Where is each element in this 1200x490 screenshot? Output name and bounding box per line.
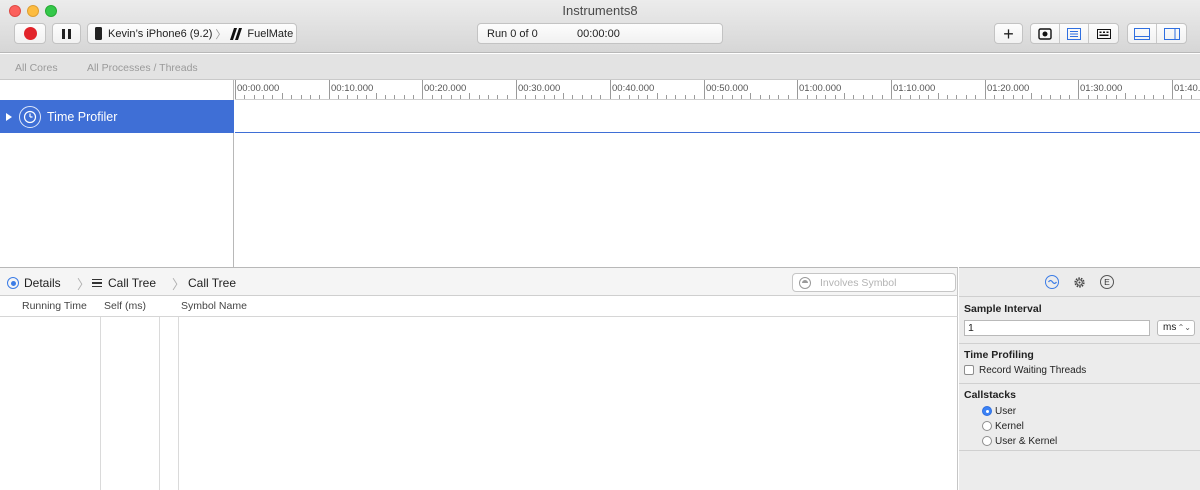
ruler-tick-label: 01:30.000 xyxy=(1080,83,1122,94)
panel-toggle-segmented-control xyxy=(1127,23,1187,44)
callstacks-user-kernel-radio[interactable] xyxy=(982,436,992,446)
ruler-tick-label: 01:40.0 xyxy=(1174,83,1200,94)
track-graph[interactable] xyxy=(235,100,1200,133)
column-divider xyxy=(159,317,160,490)
run-status-display: Run 0 of 0 00:00:00 xyxy=(477,23,723,44)
ruler-tick-label: 00:10.000 xyxy=(331,83,373,94)
sample-interval-input[interactable]: 1 xyxy=(964,320,1150,336)
pause-icon xyxy=(62,28,71,39)
run-status-label: Run 0 of 0 xyxy=(487,27,538,40)
callstacks-title: Callstacks xyxy=(964,389,1016,401)
call-tree-header: Running Time Self (ms) Symbol Name xyxy=(0,296,958,317)
list-view-button[interactable] xyxy=(1060,24,1089,43)
divider xyxy=(959,450,1200,451)
time-ruler[interactable]: 00:00.000 00:10.000 00:20.000 00:30.000 00:4… xyxy=(235,80,1200,100)
symbol-search-field[interactable]: Involves Symbol xyxy=(792,273,956,292)
chevron-right-icon: 〉 xyxy=(172,277,186,292)
window-title: Instruments8 xyxy=(562,3,638,18)
all-processes-filter[interactable]: All Processes / Threads xyxy=(87,62,198,74)
ruler-tick-label: 00:30.000 xyxy=(518,83,560,94)
callstacks-kernel-radio[interactable] xyxy=(982,421,992,431)
column-divider xyxy=(100,317,101,490)
record-icon xyxy=(23,27,37,40)
track-label: Time Profiler xyxy=(47,109,118,124)
filter-icon xyxy=(799,276,811,289)
target-selector[interactable]: Kevin’s iPhone6 (9.2) 〉 FuelMate xyxy=(87,23,297,44)
timeline-empty-area xyxy=(235,134,1200,267)
sample-interval-title: Sample Interval xyxy=(964,303,1042,315)
column-running-time[interactable]: Running Time xyxy=(22,300,87,312)
bottom-panel-icon xyxy=(1134,27,1150,40)
menu-icon xyxy=(92,278,102,288)
view-mode-segmented-control xyxy=(1030,23,1119,44)
target-device-label: Kevin’s iPhone6 (9.2) xyxy=(108,27,213,40)
call-tree-table[interactable] xyxy=(0,317,958,490)
details-icon xyxy=(7,277,19,289)
record-settings-button[interactable] xyxy=(1031,24,1060,43)
time-profiler-icon xyxy=(19,105,41,128)
track-row-time-profiler[interactable]: Time Profiler xyxy=(0,100,234,133)
keyboard-icon xyxy=(1096,28,1111,39)
chevron-up-down-icon: ⌃⌄ xyxy=(1177,323,1191,332)
column-divider xyxy=(178,317,179,490)
toolbar: Instruments8 Kevin’s iPhone6 (9.2) 〉 Fue… xyxy=(0,0,1200,53)
iphone-icon xyxy=(95,27,102,40)
target-app-label: FuelMate xyxy=(247,27,294,40)
detail-jump-bar: Details 〉 Call Tree 〉 Call Tree Involves… xyxy=(0,267,958,296)
ruler-tick-label: 01:00.000 xyxy=(799,83,841,94)
time-profiling-title: Time Profiling xyxy=(964,349,1034,361)
ruler-tick-label: 00:20.000 xyxy=(424,83,466,94)
record-settings-tab-icon[interactable] xyxy=(1045,275,1059,289)
filter-bar: All Cores All Processes / Threads xyxy=(0,54,1200,80)
app-icon xyxy=(230,27,243,40)
breadcrumb-call-tree-current-label: Call Tree xyxy=(188,276,237,290)
pause-button[interactable] xyxy=(52,23,81,44)
time-ruler-ticks: 00:00.000 00:10.000 00:20.000 00:30.000 00:4… xyxy=(235,80,1200,99)
ruler-tick-label: 01:10.000 xyxy=(893,83,935,94)
toggle-bottom-panel-button[interactable] xyxy=(1128,24,1157,43)
run-time-label: 00:00:00 xyxy=(577,27,620,40)
callstacks-user-label[interactable]: User xyxy=(995,406,1016,417)
target-settings-icon xyxy=(1038,27,1052,40)
extended-detail-tab-icon[interactable]: E xyxy=(1100,275,1114,289)
callstacks-user-kernel-label[interactable]: User & Kernel xyxy=(995,436,1057,447)
column-self-ms[interactable]: Self (ms) xyxy=(104,300,146,312)
breadcrumb-details[interactable]: Details xyxy=(7,276,61,290)
add-instrument-button[interactable]: + xyxy=(994,23,1023,44)
inspector-panel: E Sample Interval 1 ms ⌃⌄ Time Profiling… xyxy=(959,267,1200,490)
list-icon xyxy=(1067,27,1081,40)
divider xyxy=(959,343,1200,344)
callstacks-kernel-label[interactable]: Kernel xyxy=(995,421,1024,432)
ruler-tick-label: 00:00.000 xyxy=(237,83,279,94)
divider xyxy=(959,383,1200,384)
ruler-tick-label: 00:50.000 xyxy=(706,83,748,94)
record-waiting-threads-checkbox[interactable] xyxy=(964,365,974,375)
disclosure-triangle-icon[interactable] xyxy=(6,112,12,121)
ruler-tick-label: 00:40.000 xyxy=(612,83,654,94)
breadcrumb-call-tree-current[interactable]: Call Tree xyxy=(188,276,236,290)
inspector-tabs: E xyxy=(959,268,1200,297)
sample-interval-unit-label: ms xyxy=(1163,322,1177,333)
gear-icon[interactable] xyxy=(1072,275,1086,289)
column-symbol-name[interactable]: Symbol Name xyxy=(181,300,247,312)
all-cores-filter[interactable]: All Cores xyxy=(15,62,58,74)
breadcrumb-details-label: Details xyxy=(24,276,61,290)
record-button[interactable] xyxy=(14,23,46,44)
breadcrumb-call-tree-label: Call Tree xyxy=(108,276,157,290)
symbol-search-placeholder: Involves Symbol xyxy=(820,276,897,289)
sample-interval-unit-select[interactable]: ms ⌃⌄ xyxy=(1157,320,1195,336)
callstacks-user-radio[interactable] xyxy=(982,406,992,416)
right-panel-icon xyxy=(1163,27,1180,40)
ruler-tick-label: 01:20.000 xyxy=(987,83,1029,94)
breadcrumb-call-tree[interactable]: Call Tree xyxy=(92,276,156,290)
chevron-right-icon: 〉 xyxy=(215,28,227,41)
toggle-right-panel-button[interactable] xyxy=(1157,24,1186,43)
record-waiting-threads-label[interactable]: Record Waiting Threads xyxy=(979,365,1086,376)
chevron-right-icon: 〉 xyxy=(77,277,91,292)
plus-icon: + xyxy=(1003,23,1014,44)
keyboard-view-button[interactable] xyxy=(1089,24,1118,43)
